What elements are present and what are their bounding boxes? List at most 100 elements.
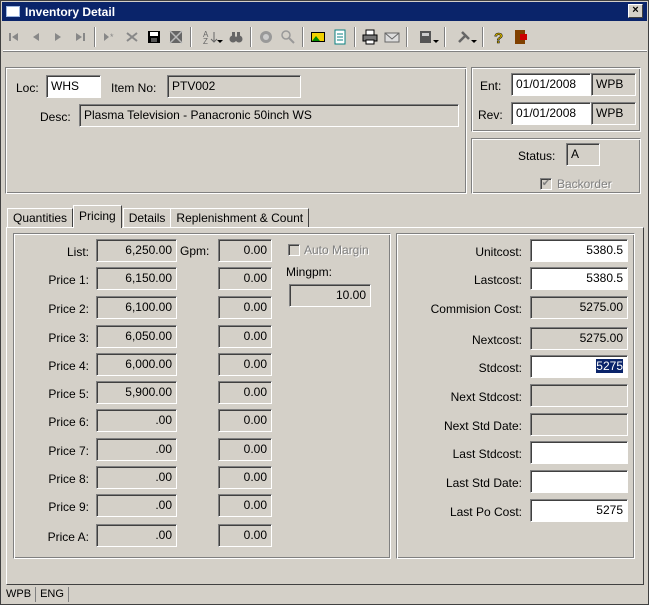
prev-record-icon[interactable] (26, 26, 46, 48)
gpm-field[interactable]: 0.00 (218, 438, 272, 461)
tab-details[interactable]: Details (122, 208, 172, 228)
new-record-icon[interactable]: * (100, 26, 120, 48)
price-row-label: Price 8: (48, 472, 89, 486)
backorder-checkbox[interactable]: ✔ (540, 178, 552, 190)
zoom-icon[interactable] (278, 26, 298, 48)
notes-icon[interactable] (330, 26, 350, 48)
first-record-icon[interactable] (4, 26, 24, 48)
browse-icon[interactable] (256, 26, 276, 48)
image-icon[interactable] (308, 26, 328, 48)
tools-icon[interactable] (450, 26, 478, 48)
toolbar-separator (94, 26, 96, 47)
price-row-label: Price 9: (48, 500, 89, 514)
gpm-field[interactable]: 0.00 (218, 381, 272, 404)
cost-field[interactable] (530, 470, 628, 493)
window-title: Inventory Detail (25, 4, 116, 19)
report-icon[interactable] (412, 26, 440, 48)
gpm-field[interactable]: 0.00 (218, 325, 272, 348)
cost-row-label: Last Po Cost: (449, 505, 522, 519)
price-field[interactable]: 6,000.00 (96, 353, 177, 376)
tab-replenishment-count[interactable]: Replenishment & Count (170, 208, 310, 228)
svg-text:*: * (110, 32, 114, 42)
inventory-detail-window: Inventory Detail × * AZ ? Loc: WHS Item … (0, 0, 649, 605)
cost-field[interactable]: 5380.5 (530, 267, 628, 290)
backorder-label: Backorder (557, 177, 612, 191)
cost-field[interactable]: 5380.5 (530, 239, 628, 262)
find-binoculars-icon[interactable] (226, 26, 246, 48)
cost-row-label: Commision Cost: (430, 302, 522, 316)
email-icon[interactable] (382, 26, 402, 48)
auto-margin-checkbox[interactable] (288, 244, 300, 256)
gpm-field[interactable]: 0.00 (218, 296, 272, 319)
cost-value: 5380.5 (586, 243, 623, 257)
gpm-field[interactable]: 0.00 (218, 524, 272, 547)
last-record-icon[interactable] (70, 26, 90, 48)
help-icon[interactable]: ? (488, 26, 508, 48)
mingpm-field[interactable]: 10.00 (289, 284, 371, 307)
cost-row-label: Lastcost: (473, 273, 522, 287)
tab-quantities[interactable]: Quantities (7, 208, 74, 228)
price-field[interactable]: 5,900.00 (96, 381, 177, 404)
cost-field[interactable]: 5275.00 (530, 327, 628, 350)
gpm-field[interactable]: 0.00 (218, 409, 272, 432)
save-icon[interactable] (144, 26, 164, 48)
gpm-field[interactable]: 0.00 (218, 353, 272, 376)
toolbar-separator (354, 26, 356, 47)
price-row-label: List: (66, 245, 89, 259)
close-button[interactable]: × (628, 4, 643, 18)
price-field[interactable]: .00 (96, 438, 177, 461)
rev-date-field[interactable]: 01/01/2008 (511, 102, 591, 125)
cost-field[interactable]: 5275 (530, 355, 628, 378)
price-field[interactable]: 6,250.00 (96, 239, 177, 262)
window-icon (6, 6, 20, 17)
toolbar-separator (482, 26, 484, 47)
loc-label: Loc: (16, 81, 39, 95)
loc-field[interactable]: WHS (46, 75, 101, 98)
cost-field[interactable]: 5275.00 (530, 296, 628, 319)
cost-row-label: Nextcost: (471, 333, 522, 347)
print-icon[interactable] (360, 26, 380, 48)
cost-field[interactable]: 5275 (530, 499, 628, 522)
gpm-field[interactable]: 0.00 (218, 239, 272, 262)
cost-value: 5275 (596, 503, 623, 517)
rev-user-field[interactable]: WPB (591, 102, 636, 125)
cost-field[interactable] (530, 413, 628, 436)
cost-field[interactable] (530, 384, 628, 407)
toolbar: * AZ ? (3, 23, 647, 51)
cost-row-label: Next Stdcost: (450, 390, 522, 404)
title-bar[interactable]: Inventory Detail × (2, 2, 647, 21)
gpm-label: Gpm: (180, 244, 210, 258)
price-field[interactable]: .00 (96, 466, 177, 489)
price-row-label: Price A: (47, 530, 89, 544)
desc-field[interactable]: Plasma Television - Panacronic 50inch WS (79, 104, 459, 127)
gpm-field[interactable]: 0.00 (218, 494, 272, 517)
cost-value: 5275 (596, 359, 623, 373)
price-field[interactable]: 6,050.00 (96, 325, 177, 348)
gpm-field[interactable]: 0.00 (218, 466, 272, 489)
gpm-field[interactable]: 0.00 (218, 267, 272, 290)
status-label: Status: (518, 149, 556, 163)
item-no-field[interactable]: PTV002 (167, 75, 301, 98)
cost-field[interactable] (530, 441, 628, 464)
price-field[interactable]: .00 (96, 409, 177, 432)
status-field[interactable]: A (566, 143, 600, 166)
tab-strip: Quantities Pricing Details Replenishment… (7, 205, 310, 228)
status-user: WPB (2, 587, 37, 602)
exit-icon[interactable] (510, 26, 530, 48)
item-no-label: Item No: (111, 81, 157, 95)
price-field[interactable]: .00 (96, 494, 177, 517)
ent-user-field[interactable]: WPB (591, 73, 636, 96)
price-field[interactable]: 6,100.00 (96, 296, 177, 319)
toolbar-separator (302, 26, 304, 47)
price-field[interactable]: 6,150.00 (96, 267, 177, 290)
next-record-icon[interactable] (48, 26, 68, 48)
price-row-label: Price 1: (48, 273, 89, 287)
sort-icon[interactable]: AZ (196, 26, 224, 48)
cancel-edit-icon[interactable] (166, 26, 186, 48)
tab-pricing[interactable]: Pricing (73, 205, 122, 228)
price-field[interactable]: .00 (96, 524, 177, 547)
status-bar: WPB ENG (2, 585, 647, 604)
delete-record-icon[interactable] (122, 26, 142, 48)
ent-date-field[interactable]: 01/01/2008 (511, 73, 591, 96)
rev-label: Rev: (478, 108, 503, 122)
